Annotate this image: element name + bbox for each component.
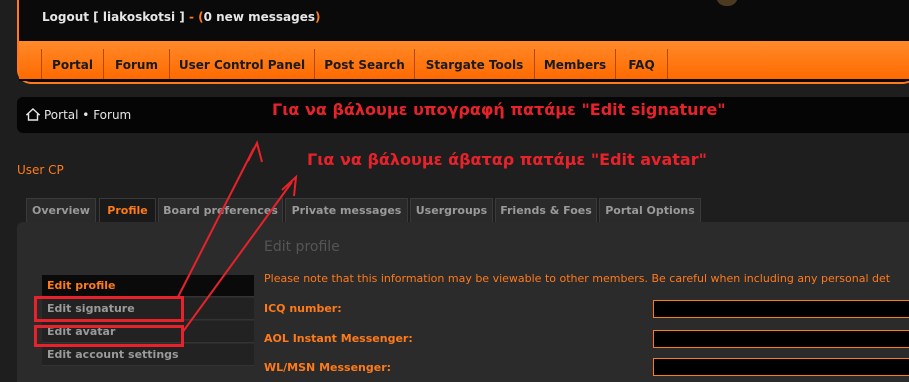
breadcrumb-portal[interactable]: Portal	[44, 108, 78, 122]
aim-label: AOL Instant Messenger:	[264, 332, 413, 345]
nav-post-search[interactable]: Post Search	[315, 41, 414, 79]
nav-forum[interactable]: Forum	[104, 41, 169, 79]
msn-label: WL/MSN Messenger:	[264, 361, 392, 374]
logout-line: Logout [ liakoskotsi ] - (0 new messages…	[42, 10, 321, 24]
tab-overview[interactable]: Overview	[26, 198, 96, 222]
section-title: Edit profile	[264, 239, 340, 255]
annotation-avatar: Για να βάλουμε άβαταρ πατάμε "Edit avata…	[307, 150, 707, 169]
nav-user-control-panel[interactable]: User Control Panel	[170, 41, 314, 79]
highlight-edit-signature	[34, 296, 184, 322]
nav-faq[interactable]: FAQ	[616, 41, 667, 79]
tab-profile[interactable]: Profile	[99, 198, 156, 222]
privacy-note: Please note that this information may be…	[264, 272, 891, 285]
icq-input[interactable]	[653, 300, 909, 318]
new-messages-link[interactable]: 0 new messages	[204, 10, 315, 24]
annotation-signature: Για να βάλουμε υπογραφή πατάμε "Edit sig…	[272, 100, 726, 119]
icq-label: ICQ number:	[264, 302, 342, 315]
dash-separator: -	[184, 10, 199, 24]
home-icon	[26, 108, 40, 121]
logout-link[interactable]: Logout [ liakoskotsi ]	[42, 10, 185, 24]
highlight-edit-avatar	[34, 325, 184, 347]
menu-edit-account-settings[interactable]: Edit account settings	[42, 344, 254, 366]
main-nav-bar: Portal Forum User Control Panel Post Sea…	[19, 41, 909, 81]
tab-usergroups[interactable]: Usergroups	[410, 198, 493, 222]
user-cp-link[interactable]: User CP	[17, 163, 64, 177]
tab-board-preferences[interactable]: Board preferences	[158, 198, 283, 222]
tab-friends-foes[interactable]: Friends & Foes	[495, 198, 597, 222]
breadcrumb-forum[interactable]: Forum	[93, 108, 131, 122]
msn-input[interactable]	[653, 358, 909, 376]
tab-private-messages[interactable]: Private messages	[285, 198, 408, 222]
breadcrumb-separator: •	[78, 108, 94, 122]
arrow-signature-head	[247, 140, 263, 163]
nav-stargate-tools[interactable]: Stargate Tools	[415, 41, 534, 79]
aim-input[interactable]	[653, 330, 909, 348]
menu-edit-profile[interactable]: Edit profile	[42, 275, 254, 297]
nav-members[interactable]: Members	[535, 41, 615, 79]
nav-portal[interactable]: Portal	[42, 41, 103, 79]
tab-portal-options[interactable]: Portal Options	[599, 198, 701, 222]
breadcrumb: Portal • Forum	[44, 108, 131, 122]
arrow-avatar-head	[281, 174, 298, 197]
